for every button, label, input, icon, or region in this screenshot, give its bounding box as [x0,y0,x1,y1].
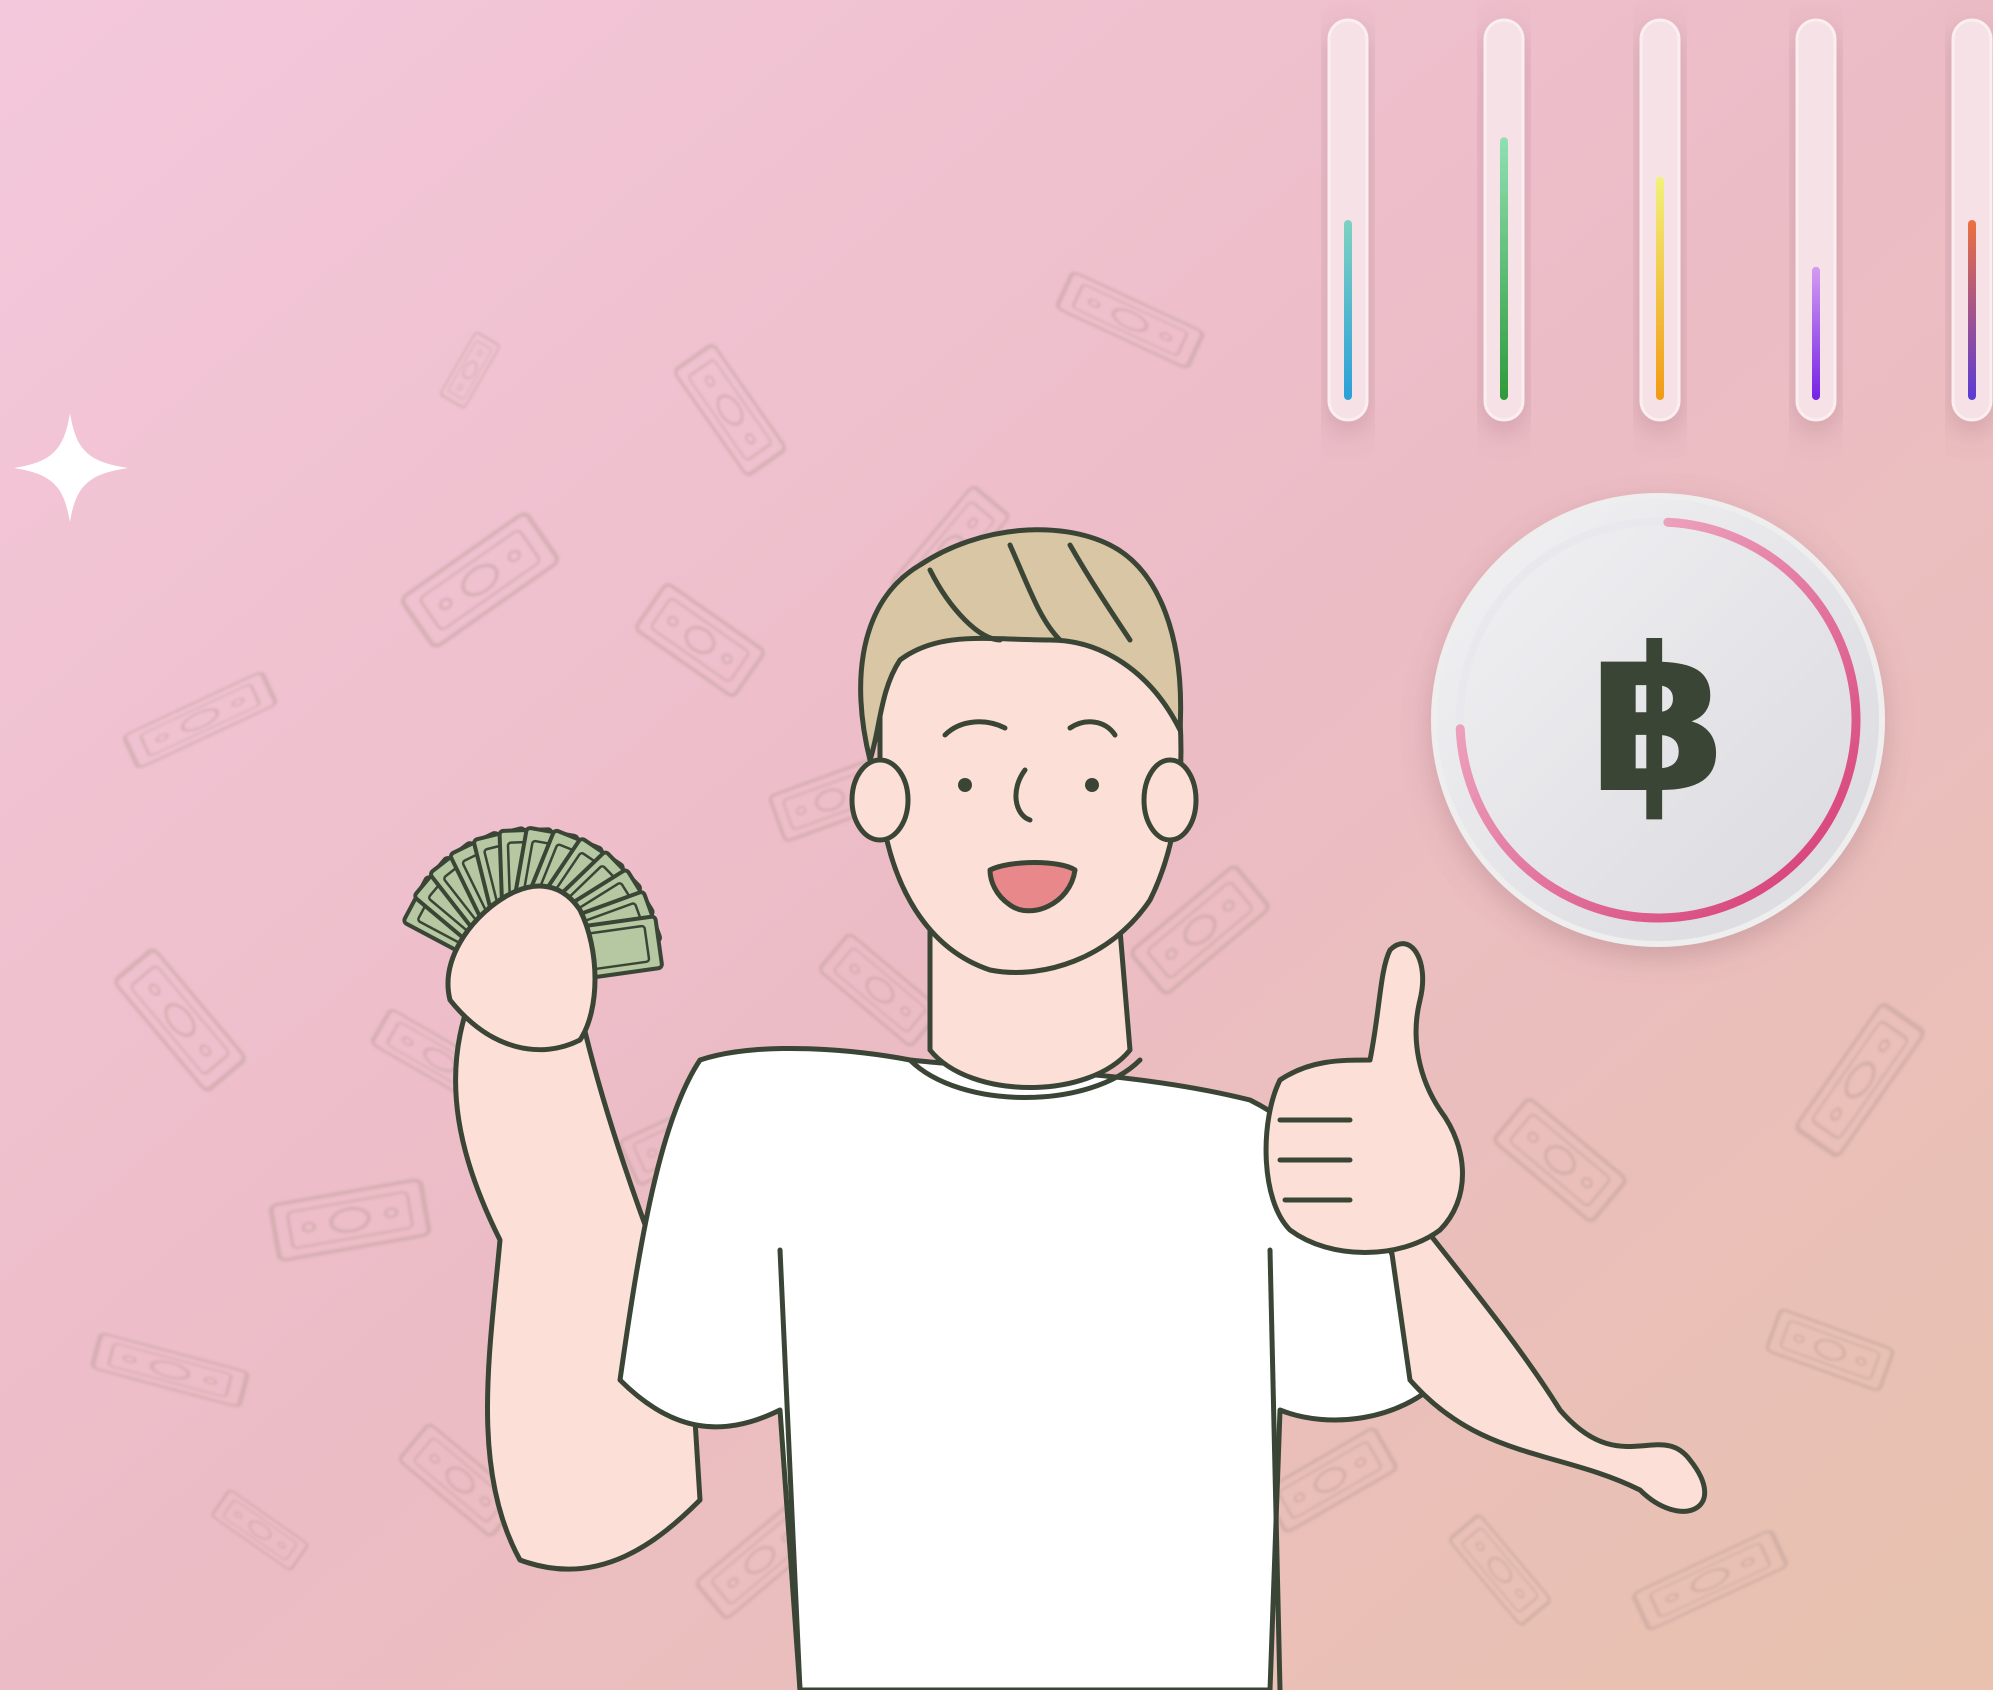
right-eye [1085,778,1099,792]
illustration-canvas: ฿ [0,0,1993,1690]
meter-1-fill [1344,220,1352,400]
meter-4-fill [1812,266,1820,400]
right-ear [1141,757,1199,843]
meter-2-fill [1500,137,1508,400]
meter-3-fill [1656,176,1664,400]
left-eye [958,778,972,792]
meter-5-fill [1968,220,1976,400]
bitcoin-coin-icon: ฿ [1588,605,1727,838]
left-ear [849,757,911,843]
